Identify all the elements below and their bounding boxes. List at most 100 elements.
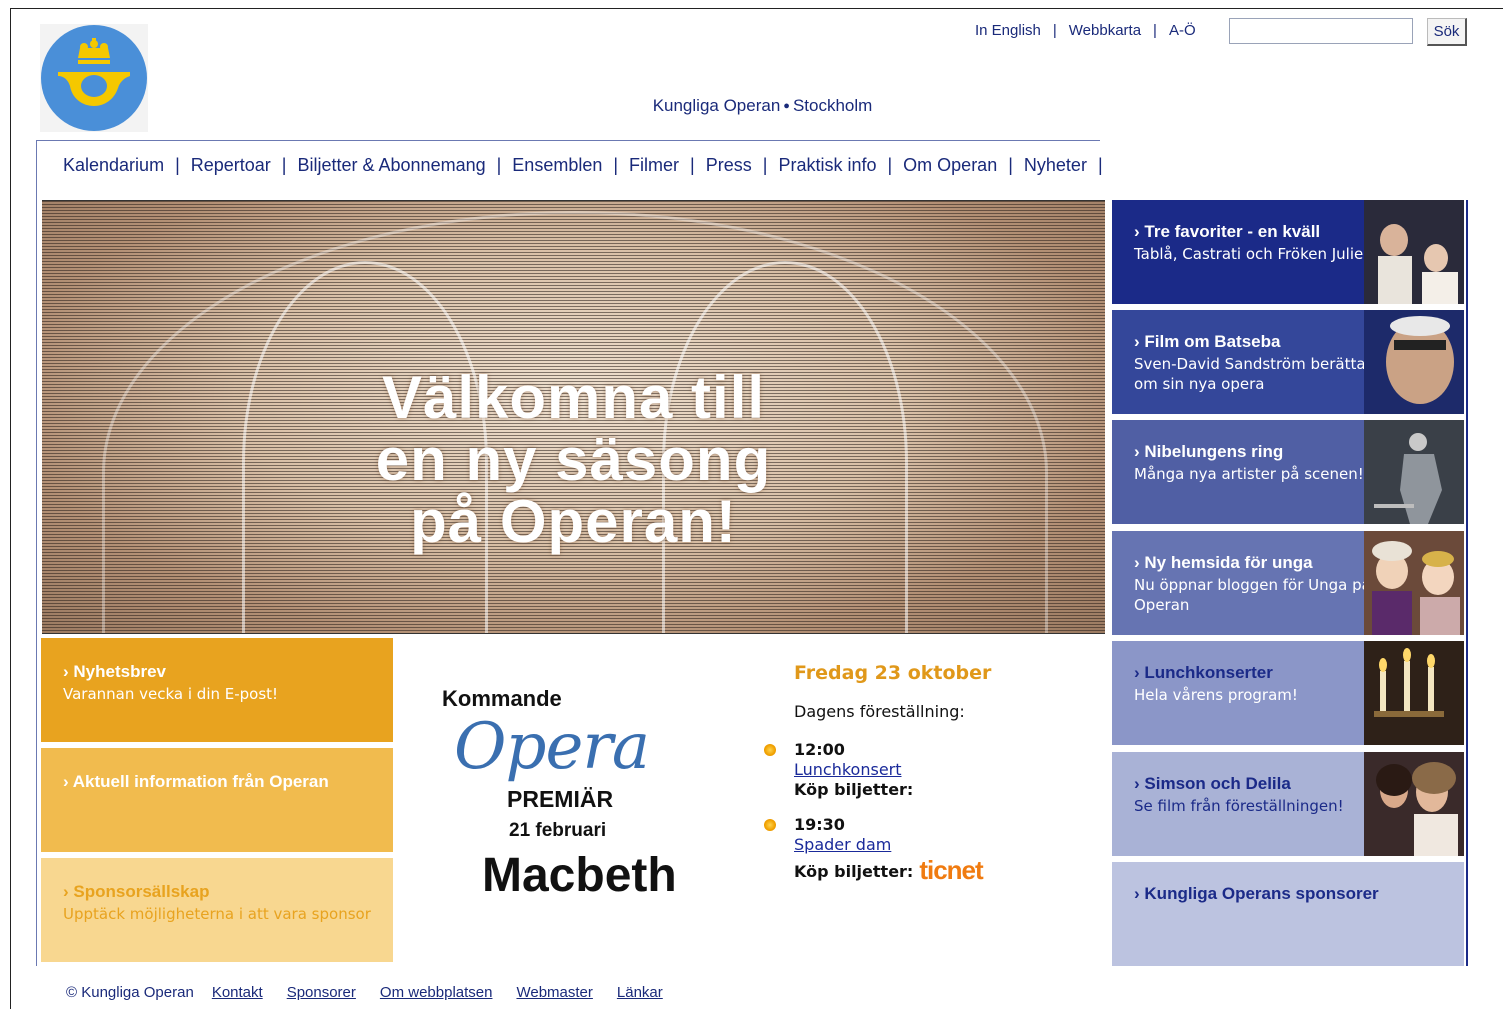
footer-link-kontakt[interactable]: Kontakt	[212, 984, 263, 1001]
panel-title: › Nyhetsbrev	[63, 662, 167, 681]
candles-photo	[1364, 641, 1464, 745]
arrow-right-icon: ›	[1134, 222, 1140, 241]
promo-kommande: Kommande	[442, 686, 562, 711]
separator: |	[1052, 22, 1057, 39]
page-frame-left	[10, 8, 11, 1009]
tagline-operan: Kungliga Operan	[652, 96, 781, 115]
nav-nyheter[interactable]: Nyheter	[1024, 155, 1087, 176]
tagline-stockholm: Stockholm	[792, 96, 873, 115]
panel-sponsorer[interactable]: › Kungliga Operans sponsorer	[1112, 862, 1464, 966]
sun-bullet-icon	[764, 819, 776, 831]
panel-simson-delila[interactable]: › Simson och Delila Se film från förestä…	[1112, 752, 1464, 856]
nav-kalendarium[interactable]: Kalendarium	[63, 155, 164, 176]
panel-subtitle: Nu öppnar bloggen för Unga på Operan	[1134, 576, 1371, 614]
content-frame-left	[36, 140, 37, 966]
page-frame-top	[10, 8, 1503, 9]
bullet-dot-icon: ●	[783, 100, 790, 112]
nav-ensemblen[interactable]: Ensemblen	[512, 155, 602, 176]
panel-text: › Nyhetsbrev Varannan vecka i din E-post…	[63, 662, 383, 704]
nav-biljetter[interactable]: Biljetter & Abonnemang	[297, 155, 485, 176]
event-time: 19:30	[794, 815, 845, 834]
footer-link-sponsorer[interactable]: Sponsorer	[287, 984, 356, 1001]
panel-text: › Film om Batseba Sven-David Sandström b…	[1134, 332, 1384, 394]
panel-title: › Simson och Delila	[1134, 774, 1291, 793]
link-a-o[interactable]: A-Ö	[1169, 22, 1196, 39]
footer-link-lankar[interactable]: Länkar	[617, 984, 663, 1001]
event-show-link[interactable]: Lunchkonsert	[794, 760, 902, 779]
content-frame-top	[36, 140, 1100, 141]
search-button[interactable]: Sök	[1427, 18, 1467, 46]
nav-praktisk-info[interactable]: Praktisk info	[778, 155, 876, 176]
panel-film-batseba[interactable]: › Film om Batseba Sven-David Sandström b…	[1112, 310, 1464, 414]
arrow-right-icon: ›	[1134, 663, 1140, 682]
link-in-english[interactable]: In English	[975, 22, 1041, 39]
panel-subtitle: Varannan vecka i din E-post!	[63, 685, 279, 703]
panel-text: › Aktuell information från Operan	[63, 772, 383, 792]
hero-line-3: på Operan!	[410, 488, 737, 555]
hero-banner[interactable]: Välkomna till en ny säsong på Operan!	[42, 200, 1105, 634]
macbeth-promo[interactable]: Kommande Opera PREMIÄR 21 februari Macbe…	[420, 680, 720, 910]
separator: |	[496, 155, 502, 175]
panel-text: › Lunchkonserter Hela vårens program!	[1134, 663, 1384, 705]
promo-title: Macbeth	[482, 849, 677, 902]
today-date: Fredag 23 oktober	[794, 662, 992, 684]
separator: |	[281, 155, 287, 175]
panel-tre-favoriter[interactable]: › Tre favoriter - en kväll Tablå, Castra…	[1112, 200, 1464, 304]
arrow-right-icon: ›	[63, 772, 69, 791]
separator: |	[1008, 155, 1013, 175]
panel-subtitle: Sven-David Sandström berättar om sin nya…	[1134, 355, 1372, 393]
separator: |	[613, 155, 619, 175]
nav-press[interactable]: Press	[706, 155, 752, 176]
panel-lunchkonserter[interactable]: › Lunchkonserter Hela vårens program!	[1112, 641, 1464, 745]
promo-premiar: PREMIÄR	[507, 786, 614, 812]
event-buy-label: Köp biljetter: ticnet	[794, 855, 984, 885]
panel-title: › Lunchkonserter	[1134, 663, 1273, 682]
ticnet-logo[interactable]: ticnet	[919, 855, 983, 885]
panel-title: › Sponsorsällskap	[63, 882, 210, 901]
panel-title: › Tre favoriter - en kväll	[1134, 222, 1321, 241]
couple-photo	[1364, 752, 1464, 856]
footer-link-webmaster[interactable]: Webmaster	[516, 984, 592, 1001]
separator: |	[1097, 155, 1103, 175]
nav-filmer[interactable]: Filmer	[629, 155, 679, 176]
panel-subtitle: Tablå, Castrati och Fröken Julie	[1134, 245, 1364, 263]
event-buy-label: Köp biljetter:	[794, 780, 914, 799]
top-links: In English | Webbkarta | A-Ö	[975, 22, 1196, 39]
panel-title: › Film om Batseba	[1134, 332, 1281, 351]
panel-title: › Ny hemsida för unga	[1134, 553, 1313, 572]
footer-link-om-webbplatsen[interactable]: Om webbplatsen	[380, 984, 493, 1001]
promo-opera-script: Opera	[454, 710, 650, 784]
panel-text: › Simson och Delila Se film från förestä…	[1134, 774, 1384, 816]
event-time: 12:00	[794, 740, 845, 759]
performers-photo	[1364, 200, 1464, 304]
panel-text: › Ny hemsida för unga Nu öppnar bloggen …	[1134, 553, 1384, 615]
stage-photo	[1364, 420, 1464, 524]
arrow-right-icon: ›	[1134, 774, 1140, 793]
hero-line-2: en ny säsong	[375, 426, 772, 493]
panel-nyhetsbrev[interactable]: › Nyhetsbrev Varannan vecka i din E-post…	[41, 638, 393, 742]
arrow-right-icon: ›	[1134, 442, 1140, 461]
panel-text: › Nibelungens ring Många nya artister på…	[1134, 442, 1384, 484]
nav-repertoar[interactable]: Repertoar	[191, 155, 271, 176]
separator: |	[175, 155, 180, 175]
panel-subtitle: Hela vårens program!	[1134, 686, 1298, 704]
sun-bullet-icon	[764, 744, 776, 756]
panel-text: › Sponsorsällskap Upptäck möjligheterna …	[63, 882, 383, 924]
panel-subtitle: Se film från föreställningen!	[1134, 797, 1344, 815]
panel-aktuell-info[interactable]: › Aktuell information från Operan	[41, 748, 393, 852]
panel-sponsorsallskap[interactable]: › Sponsorsällskap Upptäck möjligheterna …	[41, 858, 393, 962]
panel-text: › Tre favoriter - en kväll Tablå, Castra…	[1134, 222, 1384, 264]
search-input[interactable]	[1229, 18, 1413, 44]
separator: |	[690, 155, 695, 175]
nav-om-operan[interactable]: Om Operan	[903, 155, 997, 176]
event-show-link[interactable]: Spader dam	[794, 835, 891, 854]
arrow-right-icon: ›	[1134, 332, 1140, 351]
hero-line-1: Välkomna till	[381, 364, 766, 431]
footer-copyright: © Kungliga Operan	[66, 984, 194, 1001]
separator: |	[1153, 22, 1157, 39]
panel-ny-hemsida[interactable]: › Ny hemsida för unga Nu öppnar bloggen …	[1112, 531, 1464, 635]
panel-title: › Kungliga Operans sponsorer	[1134, 884, 1379, 903]
panel-subtitle: Många nya artister på scenen!	[1134, 465, 1364, 483]
panel-nibelungens-ring[interactable]: › Nibelungens ring Många nya artister på…	[1112, 420, 1464, 524]
link-webbkarta[interactable]: Webbkarta	[1069, 22, 1141, 39]
